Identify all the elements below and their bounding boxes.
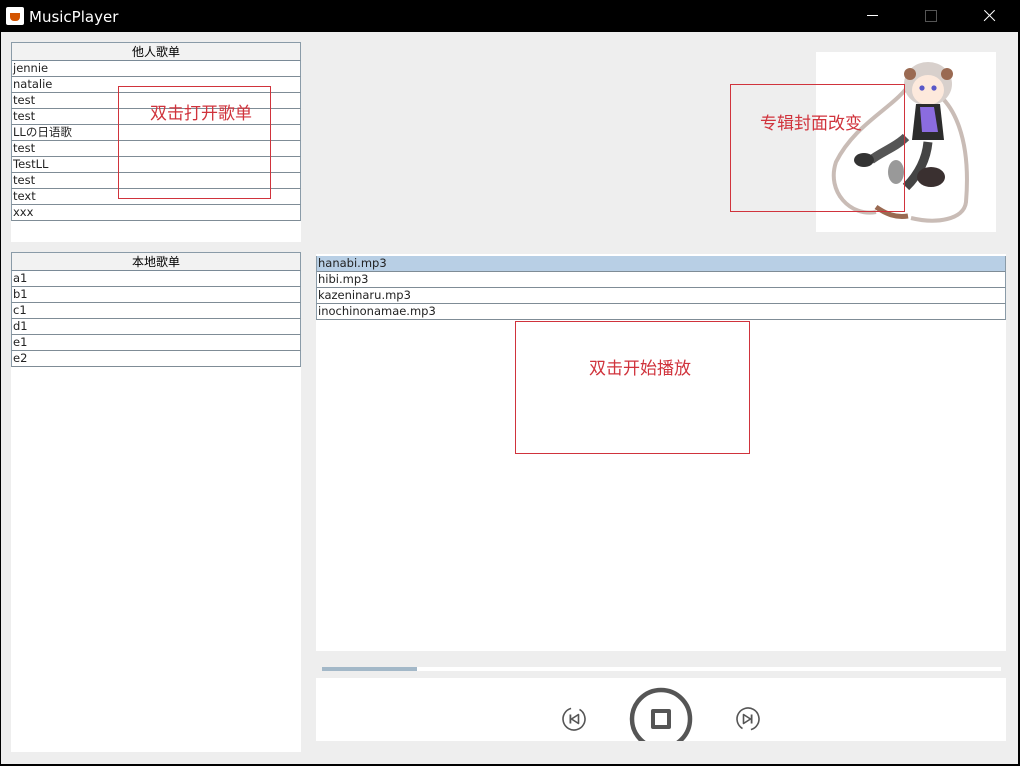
next-button[interactable]	[735, 706, 761, 737]
stop-button[interactable]	[628, 686, 694, 741]
song-list: hanabi.mp3 hibi.mp3 kazeninaru.mp3 inochino…	[316, 254, 1006, 320]
local-playlist-item[interactable]: e1	[11, 335, 301, 351]
playlist-annotation-text: 双击打开歌单	[150, 104, 252, 124]
cover-annotation-text: 专辑封面改变	[760, 114, 862, 134]
local-playlist-item[interactable]: b1	[11, 287, 301, 303]
java-app-icon	[6, 7, 24, 25]
song-item[interactable]: kazeninaru.mp3	[316, 288, 1006, 304]
song-item[interactable]: hanabi.mp3	[316, 256, 1006, 272]
main-window: 他人歌单 jennie natalie test test LLの日语歌 test Test…	[1, 32, 1018, 764]
close-button[interactable]	[960, 0, 1018, 32]
skip-previous-icon	[562, 707, 586, 731]
maximize-button[interactable]	[902, 0, 960, 32]
cover-annotation-box	[730, 84, 905, 212]
local-playlist-list: a1 b1 c1 d1 e1 e2	[11, 271, 301, 367]
window-title: MusicPlayer	[29, 8, 119, 26]
local-playlist-item[interactable]: d1	[11, 319, 301, 335]
local-playlist-item[interactable]: e2	[11, 351, 301, 367]
skip-next-icon	[736, 707, 760, 731]
local-playlist-item[interactable]: a1	[11, 271, 301, 287]
stop-icon	[629, 687, 693, 741]
minimize-button[interactable]	[844, 0, 902, 32]
others-playlist-item[interactable]: jennie	[11, 61, 301, 77]
song-annotation-box	[515, 321, 750, 454]
song-item[interactable]: inochinonamae.mp3	[316, 304, 1006, 320]
playback-controls	[316, 678, 1006, 741]
local-playlist-panel: 本地歌单 a1 b1 c1 d1 e1 e2	[11, 252, 301, 752]
previous-button[interactable]	[561, 706, 587, 737]
progress-fill	[322, 667, 418, 671]
song-item[interactable]: hibi.mp3	[316, 272, 1006, 288]
local-playlist-item[interactable]: c1	[11, 303, 301, 319]
others-playlist-header[interactable]: 他人歌单	[11, 42, 301, 61]
progress-bar[interactable]	[322, 667, 1001, 671]
others-playlist-item[interactable]: xxx	[11, 205, 301, 221]
song-annotation-text: 双击开始播放	[589, 359, 691, 379]
title-bar: MusicPlayer	[0, 0, 1020, 32]
local-playlist-header[interactable]: 本地歌单	[11, 252, 301, 271]
